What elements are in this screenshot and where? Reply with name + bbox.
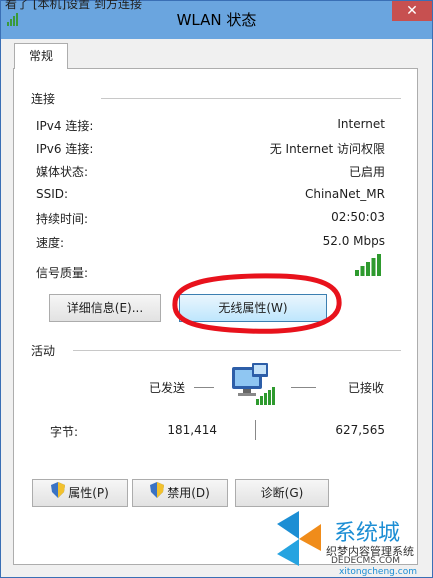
signal-bar [355, 270, 359, 276]
ssid-value: ChinaNet_MR [304, 187, 385, 201]
activity-divider [73, 350, 401, 351]
network-computer-icon [230, 361, 278, 410]
sent-dash [194, 387, 214, 388]
disable-button[interactable]: 禁用(D) [132, 479, 228, 507]
diagnose-button[interactable]: 诊断(G) [235, 479, 329, 507]
ssid-label: SSID: [36, 187, 69, 201]
media-state-label: 媒体状态: [36, 165, 89, 179]
details-button[interactable]: 详细信息(E)... [49, 294, 161, 322]
received-dash [291, 387, 316, 388]
watermark-line2: DEDECMS.COM [331, 556, 400, 566]
duration-value: 02:50:03 [331, 210, 385, 224]
window-title: WLAN 状态 [176, 11, 257, 29]
watermark-logo [269, 506, 329, 575]
wireless-properties-button[interactable]: 无线属性(W) [179, 294, 327, 322]
bytes-sent-value: 181,414 [167, 423, 217, 437]
shield-icon [51, 481, 66, 507]
bytes-separator [255, 420, 256, 440]
signal-quality-label: 信号质量: [36, 266, 89, 280]
speed-label: 速度: [36, 236, 65, 250]
speed-value: 52.0 Mbps [322, 234, 385, 248]
watermark-line3: xitongcheng.com [339, 567, 417, 577]
ipv6-value: 无 Internet 访问权限 [269, 142, 385, 156]
wlan-status-window: 看了 [本机]设置 到方连接 WLAN 状态 ✕ 常规 连接 IPv4 连接: … [0, 0, 433, 578]
disable-label: 禁用(D) [167, 486, 210, 500]
close-button[interactable]: ✕ [392, 1, 432, 21]
properties-label: 属性(P) [68, 486, 109, 500]
watermark-pinwheel-icon [277, 511, 321, 566]
media-state-value: 已启用 [348, 165, 385, 179]
signal-bar [366, 262, 370, 276]
properties-button[interactable]: 属性(P) [32, 479, 128, 507]
bytes-received-value: 627,565 [335, 423, 385, 437]
ipv6-label: IPv6 连接: [36, 142, 94, 156]
ipv4-label: IPv4 连接: [36, 119, 94, 133]
duration-label: 持续时间: [36, 212, 89, 226]
signal-bar [360, 266, 365, 276]
ipv4-value: Internet [337, 117, 385, 131]
sent-label: 已发送 [149, 381, 186, 395]
title-bar[interactable]: 看了 [本机]设置 到方连接 WLAN 状态 ✕ [1, 0, 432, 39]
signal-strength-icon [355, 252, 383, 279]
signal-bar [377, 254, 381, 276]
tab-general[interactable]: 常规 [14, 43, 68, 69]
signal-bar [371, 258, 376, 276]
activity-section-title: 活动 [31, 344, 56, 358]
shield-icon [150, 481, 165, 507]
bytes-label: 字节: [50, 425, 79, 439]
connection-divider [101, 98, 401, 99]
connection-section-title: 连接 [31, 92, 56, 106]
received-label: 已接收 [348, 381, 385, 395]
